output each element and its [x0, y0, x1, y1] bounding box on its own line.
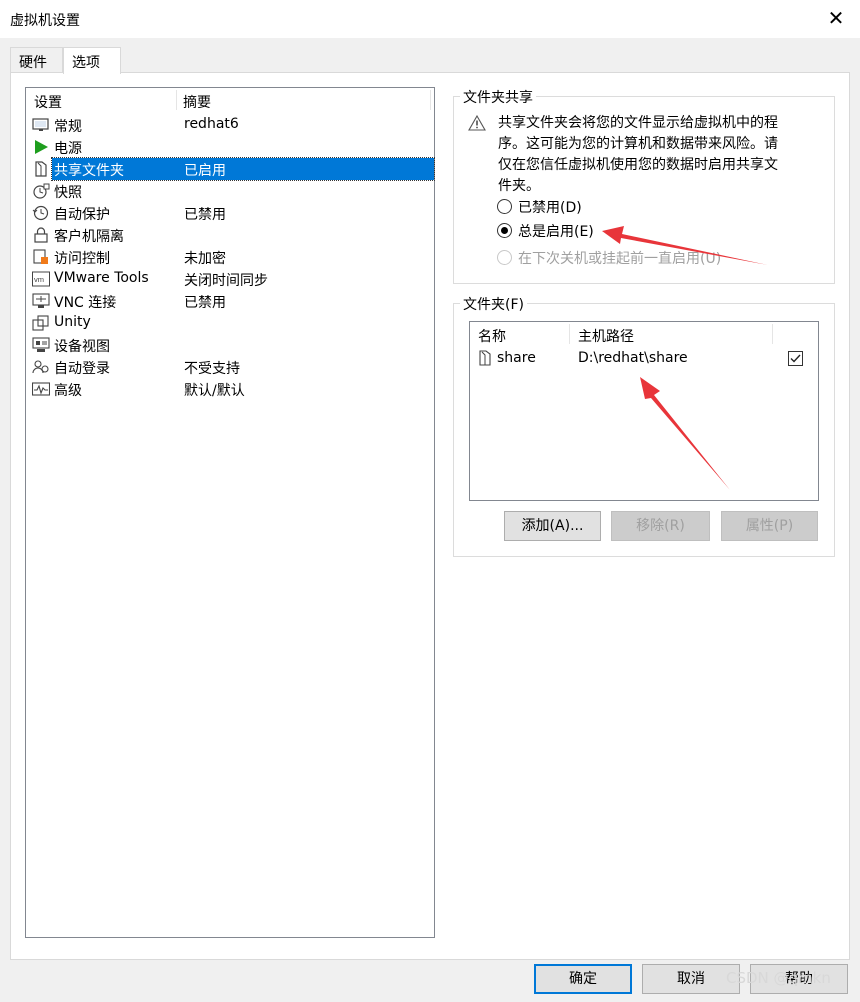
radio-always-enabled[interactable]: 总是启用(E): [497, 221, 617, 241]
radio-button[interactable]: [497, 223, 512, 238]
row-value: redhat6: [184, 116, 239, 132]
settings-row-snapshots[interactable]: 快照: [28, 180, 433, 202]
row-label: Unity: [54, 314, 91, 330]
folder-properties-button: 属性(P): [721, 511, 818, 541]
folder-name: share: [497, 350, 536, 366]
settings-list[interactable]: 设置 摘要 常规 redhat6 电源 共享文件夹 已启用 快照 自动保护 已禁…: [25, 87, 435, 938]
shared-folder-icon: [35, 161, 47, 177]
settings-row-shared-folders[interactable]: 共享文件夹 已启用: [28, 157, 435, 181]
enabled-checkbox[interactable]: [788, 351, 803, 366]
group-title: 文件夹共享: [460, 87, 536, 107]
settings-row-device-view[interactable]: 设备视图: [28, 334, 433, 356]
svg-text:vm: vm: [34, 275, 44, 284]
row-label: 自动保护: [54, 207, 110, 223]
row-value: 默认/默认: [184, 383, 245, 399]
row-value: 不受支持: [184, 361, 240, 377]
row-value: 关闭时间同步: [184, 273, 268, 289]
row-value: 已禁用: [184, 207, 226, 223]
advanced-pulse-icon: [32, 382, 50, 396]
radio-until-poweroff: 在下次关机或挂起前一直启用(U): [497, 248, 757, 268]
header-setting[interactable]: 设置: [34, 92, 62, 112]
device-view-icon: [32, 337, 50, 352]
row-label: 快照: [54, 185, 82, 201]
tab-options[interactable]: 选项: [63, 47, 121, 74]
row-label: 自动登录: [54, 361, 110, 377]
settings-row-guest-isolation[interactable]: 客户机隔离: [28, 224, 433, 246]
header-host-path[interactable]: 主机路径: [578, 326, 634, 346]
power-play-icon: [35, 140, 48, 154]
header-summary[interactable]: 摘要: [183, 92, 211, 112]
settings-row-autologon[interactable]: 自动登录 不受支持: [28, 356, 433, 378]
vmware-tools-icon: vm: [32, 271, 50, 287]
autoprotect-clock-icon: [32, 205, 49, 221]
radio-label: 已禁用(D): [518, 200, 582, 216]
row-label: 访问控制: [54, 251, 110, 267]
settings-row-unity[interactable]: Unity: [28, 312, 433, 334]
row-value: 已禁用: [184, 295, 226, 311]
add-folder-button[interactable]: 添加(A)...: [504, 511, 601, 541]
settings-row-advanced[interactable]: 高级 默认/默认: [28, 378, 433, 400]
monitor-icon: [32, 118, 49, 131]
row-value: 已启用: [184, 163, 226, 179]
settings-row-general[interactable]: 常规 redhat6: [28, 114, 433, 136]
row-value: 未加密: [184, 251, 226, 267]
unity-icon: [32, 315, 49, 331]
remove-folder-button: 移除(R): [611, 511, 710, 541]
vnc-icon: [32, 293, 50, 308]
row-label: 共享文件夹: [54, 163, 124, 179]
tab-hardware[interactable]: 硬件: [10, 47, 63, 73]
lock-icon: [34, 227, 48, 243]
row-label: 电源: [54, 141, 82, 157]
ok-button[interactable]: 确定: [534, 964, 632, 994]
radio-disabled-option[interactable]: 已禁用(D): [497, 197, 617, 217]
settings-row-access-control[interactable]: 访问控制 未加密: [28, 246, 433, 268]
warning-icon: [468, 115, 486, 131]
folder-host-path: D:\redhat\share: [578, 350, 688, 366]
radio-label: 在下次关机或挂起前一直启用(U): [518, 251, 722, 267]
radio-label: 总是启用(E): [518, 224, 594, 240]
folder-list[interactable]: 名称 主机路径 share D:\redhat\share: [469, 321, 819, 501]
settings-row-power[interactable]: 电源: [28, 136, 433, 158]
row-label: VMware Tools: [54, 270, 149, 286]
snapshot-icon: [33, 183, 50, 199]
window-title: 虚拟机设置: [10, 13, 80, 29]
radio-button: [497, 250, 512, 265]
watermark: CSDN @qmkn: [726, 969, 831, 987]
row-label: 客户机隔离: [54, 229, 124, 245]
row-label: 设备视图: [54, 339, 110, 355]
radio-button[interactable]: [497, 199, 512, 214]
title-bar: 虚拟机设置 ✕: [0, 0, 860, 38]
settings-row-vnc[interactable]: VNC 连接 已禁用: [28, 290, 433, 312]
close-icon[interactable]: ✕: [826, 6, 846, 30]
group-title: 文件夹(F): [460, 294, 527, 314]
warning-text: 共享文件夹会将您的文件显示给虚拟机中的程序。这可能为您的计算机和数据带来风险。请…: [498, 115, 778, 194]
list-header: 设置 摘要: [26, 88, 434, 114]
shared-folder-icon: [479, 350, 491, 366]
settings-row-autoprotect[interactable]: 自动保护 已禁用: [28, 202, 433, 224]
settings-row-vmware-tools[interactable]: vm VMware Tools 关闭时间同步: [28, 268, 433, 290]
row-label: 常规: [54, 119, 82, 135]
access-control-icon: [33, 249, 48, 264]
row-label: VNC 连接: [54, 295, 117, 311]
folder-row[interactable]: share D:\redhat\share: [470, 347, 818, 371]
header-name[interactable]: 名称: [478, 326, 506, 346]
row-label: 高级: [54, 383, 82, 399]
autologon-users-icon: [32, 360, 49, 374]
